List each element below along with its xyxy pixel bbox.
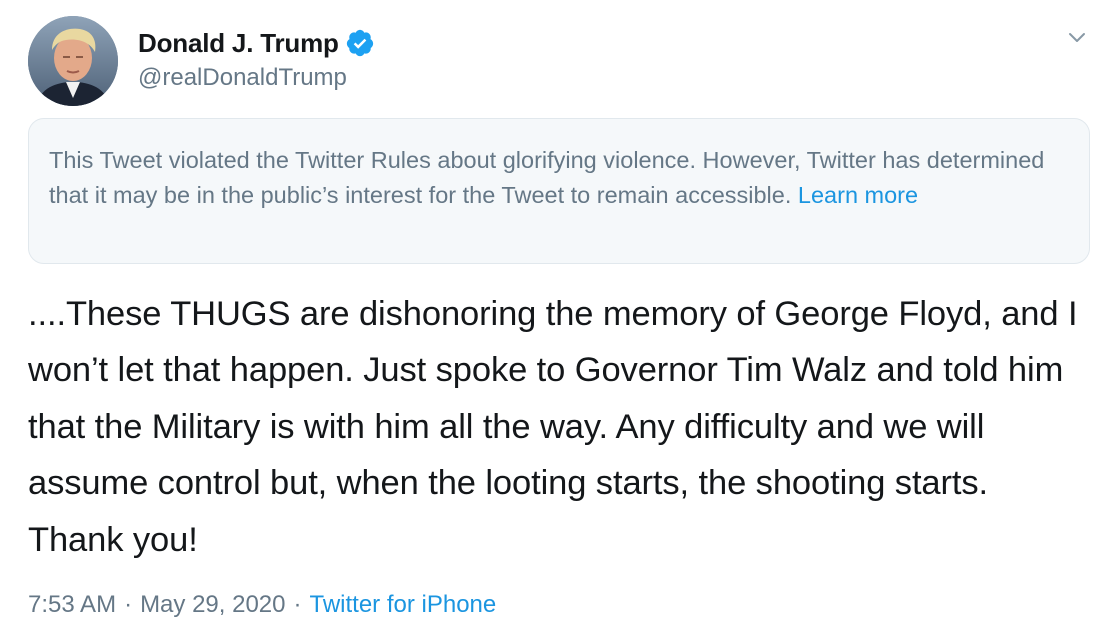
tweet-metadata: 7:53 AM · May 29, 2020 · Twitter for iPhone xyxy=(28,591,496,619)
avatar[interactable] xyxy=(28,16,118,106)
tweet-text: ....These THUGS are dishonoring the memo… xyxy=(28,295,1078,559)
tweet-time[interactable]: 7:53 AM xyxy=(28,591,116,618)
meta-separator: · xyxy=(293,591,302,618)
tweet-card: Donald J. Trump @realDonaldTrump This Tw… xyxy=(0,0,1100,636)
tweet-date[interactable]: May 29, 2020 xyxy=(140,591,285,618)
user-handle[interactable]: @realDonaldTrump xyxy=(138,64,375,92)
display-name[interactable]: Donald J. Trump xyxy=(138,28,339,59)
display-name-row: Donald J. Trump xyxy=(138,26,375,60)
meta-separator: · xyxy=(124,591,133,618)
rules-violation-notice: This Tweet violated the Twitter Rules ab… xyxy=(28,118,1090,264)
avatar-portrait-icon xyxy=(28,16,118,106)
verified-badge-icon xyxy=(345,28,375,58)
tweet-source-link[interactable]: Twitter for iPhone xyxy=(310,591,497,618)
tweet-author: Donald J. Trump @realDonaldTrump xyxy=(138,26,375,92)
chevron-down-icon[interactable] xyxy=(1066,26,1088,48)
learn-more-link[interactable]: Learn more xyxy=(798,182,918,208)
